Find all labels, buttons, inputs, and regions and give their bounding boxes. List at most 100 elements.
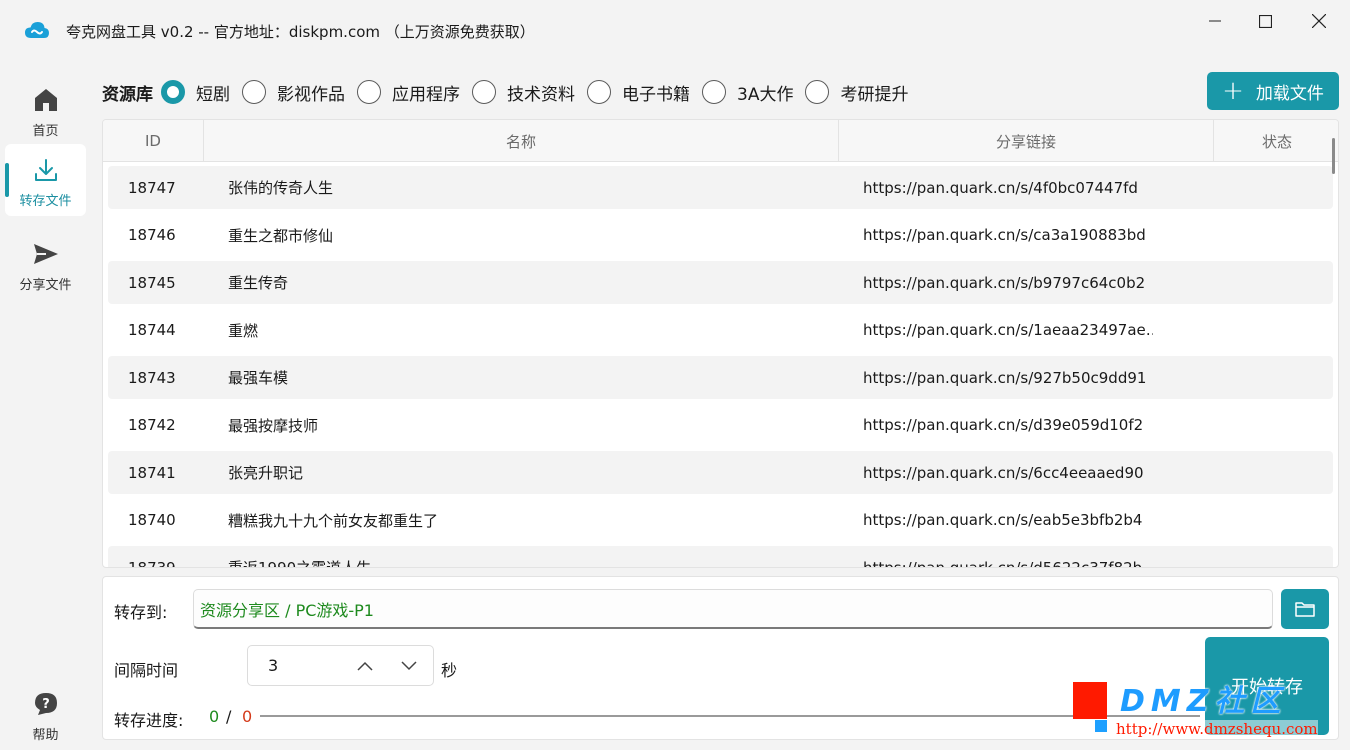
load-file-button[interactable]: + 加载文件 — [1207, 72, 1339, 110]
increment-button[interactable] — [352, 656, 378, 676]
table-row[interactable]: 18744 重燃 https://pan.quark.cn/s/1aeaa23497… — [108, 309, 1333, 352]
plus-icon: + — [1222, 76, 1244, 106]
sidebar: 首页 转存文件 分享文件 ? 帮助 — [0, 70, 92, 750]
cell-name: 重生之都市修仙 — [228, 226, 334, 245]
radio-label: 电子书籍 — [622, 84, 690, 105]
cell-share-link: https://pan.quark.cn/s/d39e059d10f2 — [863, 416, 1144, 434]
sidebar-item-home[interactable]: 首页 — [5, 74, 86, 146]
cell-id: 18739 — [128, 558, 176, 568]
radio-unchecked-icon[interactable] — [702, 80, 726, 104]
radio-unchecked-icon[interactable] — [357, 80, 381, 104]
table-row[interactable]: 18745 重生传奇 https://pan.quark.cn/s/b9797c64… — [108, 261, 1333, 304]
cell-id: 18742 — [128, 416, 176, 434]
active-indicator — [5, 163, 9, 197]
save-path-field[interactable]: 资源分享区 / PC游戏-P1 — [193, 589, 1273, 629]
cell-id: 18747 — [128, 178, 176, 197]
progress-total-count: 0 — [242, 707, 253, 726]
radio-checked-icon[interactable] — [161, 80, 185, 104]
home-icon — [34, 89, 57, 111]
cell-share-link: https://pan.quark.cn/s/6cc4eeaaed90 — [863, 463, 1144, 482]
sidebar-item-label: 转存文件 — [19, 194, 72, 209]
radio-category-0[interactable]: 短剧 — [161, 80, 230, 105]
column-header-status[interactable]: 状态 — [1214, 120, 1338, 162]
cell-share-link: https://pan.quark.cn/s/b9797c64c0b2 — [863, 273, 1146, 292]
cell-share-link: https://pan.quark.cn/s/4f0bc07447fd — [863, 178, 1138, 197]
table-row[interactable]: 18739 重返1990之霸道人生 https://pan.quark.cn/s/d… — [108, 546, 1333, 568]
cell-name: 重返1990之霸道人生 — [228, 559, 372, 568]
cell-share-link: https://pan.quark.cn/s/ca3a190883bd — [863, 226, 1146, 244]
radio-label: 应用程序 — [392, 84, 460, 105]
watermark-blue-block — [1095, 720, 1107, 732]
close-button[interactable] — [1296, 6, 1342, 36]
table-row[interactable]: 18743 最强车模 https://pan.quark.cn/s/927b50c9… — [108, 356, 1333, 399]
radio-unchecked-icon[interactable] — [587, 80, 611, 104]
column-header-name[interactable]: 名称 — [204, 120, 839, 162]
cell-id: 18744 — [128, 321, 176, 339]
radio-category-1[interactable]: 影视作品 — [242, 80, 345, 105]
category-title: 资源库 — [102, 84, 153, 105]
radio-label: 技术资料 — [507, 84, 575, 105]
table-row[interactable]: 18747 张伟的传奇人生 https://pan.quark.cn/s/4f0bc… — [108, 166, 1333, 209]
title-bar: 夸克网盘工具 v0.2 -- 官方地址：diskpm.com （上万资源免费获取… — [0, 0, 1350, 60]
cell-name: 张伟的传奇人生 — [228, 179, 334, 197]
radio-category-3[interactable]: 技术资料 — [472, 80, 575, 105]
cloud-app-icon — [25, 22, 49, 38]
svg-text:?: ? — [42, 697, 50, 712]
table-header: ID 名称 分享链接 状态 — [103, 120, 1338, 162]
cell-id: 18743 — [128, 368, 176, 387]
cell-share-link: https://pan.quark.cn/s/eab5e3bfb2b4 — [863, 511, 1143, 529]
interval-value[interactable]: 3 — [268, 656, 278, 675]
progress-done-count: 0 — [209, 707, 220, 726]
cell-name: 最强车模 — [228, 369, 289, 387]
minimize-button[interactable] — [1192, 6, 1238, 36]
table-row[interactable]: 18746 重生之都市修仙 https://pan.quark.cn/s/ca3a1… — [108, 214, 1333, 257]
sidebar-item-help[interactable]: ? 帮助 — [5, 678, 86, 750]
download-icon — [34, 159, 57, 181]
cell-share-link: https://pan.quark.cn/s/927b50c9dd91 — [863, 368, 1147, 387]
radio-category-2[interactable]: 应用程序 — [357, 80, 460, 105]
chevron-up-icon — [357, 661, 373, 671]
radio-category-6[interactable]: 考研提升 — [805, 80, 908, 105]
sidebar-item-share-files[interactable]: 分享文件 — [5, 228, 86, 300]
watermark-brand: DMZ社区 — [1120, 684, 1287, 719]
table-row[interactable]: 18741 张亮升职记 https://pan.quark.cn/s/6cc4eea… — [108, 451, 1333, 494]
sidebar-item-label: 分享文件 — [19, 278, 72, 293]
radio-category-5[interactable]: 3A大作 — [702, 80, 793, 105]
resource-table: ID 名称 分享链接 状态 18747 张伟的传奇人生 https://pan.qu… — [102, 119, 1339, 568]
help-chat-icon: ? — [34, 693, 57, 715]
maximize-button[interactable] — [1242, 6, 1288, 36]
cell-share-link: https://pan.quark.cn/s/d5622c37f82b — [863, 558, 1143, 568]
table-row[interactable]: 18740 糟糕我九十九个前女友都重生了 https://pan.quark.cn/… — [108, 499, 1333, 542]
progress-label: 转存进度: — [114, 711, 184, 730]
radio-label: 影视作品 — [277, 84, 345, 105]
radio-unchecked-icon[interactable] — [805, 80, 830, 104]
cell-name: 张亮升职记 — [228, 464, 304, 482]
radio-label: 考研提升 — [840, 84, 909, 105]
interval-spinbox[interactable]: 3 — [247, 645, 434, 686]
watermark-url: http://www.dmzshequ.com — [1116, 720, 1318, 738]
progress-separator: / — [226, 707, 232, 726]
cell-id: 18741 — [128, 463, 176, 482]
save-to-label: 转存到: — [114, 603, 168, 622]
chevron-down-icon — [401, 661, 417, 671]
close-icon — [1312, 14, 1326, 28]
radio-category-4[interactable]: 电子书籍 — [587, 80, 690, 105]
window-title: 夸克网盘工具 v0.2 -- 官方地址：diskpm.com （上万资源免费获取… — [66, 23, 535, 41]
sidebar-item-save-files[interactable]: 转存文件 — [5, 144, 86, 216]
radio-unchecked-icon[interactable] — [242, 80, 266, 104]
browse-folder-button[interactable] — [1281, 589, 1329, 629]
column-header-id[interactable]: ID — [103, 120, 204, 162]
column-header-link[interactable]: 分享链接 — [839, 120, 1214, 162]
maximize-icon — [1258, 14, 1272, 28]
table-row[interactable]: 18742 最强按摩技师 https://pan.quark.cn/s/d39e05… — [108, 404, 1333, 447]
table-scrollbar[interactable] — [1332, 138, 1335, 174]
sidebar-item-label: 帮助 — [32, 728, 59, 743]
radio-label: 3A大作 — [737, 84, 794, 105]
cell-name: 重燃 — [228, 321, 259, 340]
minimize-icon — [1209, 20, 1221, 22]
cell-name: 糟糕我九十九个前女友都重生了 — [228, 511, 439, 530]
progress-bar — [260, 715, 1200, 717]
interval-unit: 秒 — [441, 661, 458, 680]
radio-unchecked-icon[interactable] — [472, 80, 496, 104]
decrement-button[interactable] — [396, 656, 422, 676]
